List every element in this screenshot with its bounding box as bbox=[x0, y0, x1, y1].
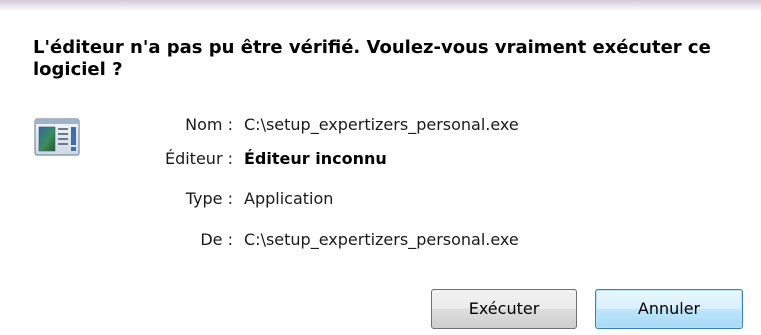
from-label: De : bbox=[200, 230, 233, 249]
warning-title: L'éditeur n'a pas pu être vérifié. Voule… bbox=[33, 37, 711, 80]
detail-row-from: De : C:\setup_expertizers_personal.exe bbox=[0, 228, 761, 252]
type-value: Application bbox=[244, 189, 334, 208]
from-value: C:\setup_expertizers_personal.exe bbox=[244, 230, 519, 249]
window-top-border bbox=[0, 0, 761, 12]
detail-row-name: Nom : C:\setup_expertizers_personal.exe bbox=[0, 113, 761, 137]
detail-row-type: Type : Application bbox=[0, 187, 761, 211]
name-value: C:\setup_expertizers_personal.exe bbox=[244, 115, 519, 134]
detail-row-publisher: Éditeur : Éditeur inconnu bbox=[0, 147, 761, 171]
run-button[interactable]: Exécuter bbox=[431, 289, 577, 329]
publisher-value: Éditeur inconnu bbox=[244, 149, 387, 168]
name-label: Nom : bbox=[185, 115, 233, 134]
type-label: Type : bbox=[185, 189, 233, 208]
cancel-button[interactable]: Annuler bbox=[595, 289, 743, 329]
publisher-label: Éditeur : bbox=[164, 149, 233, 168]
